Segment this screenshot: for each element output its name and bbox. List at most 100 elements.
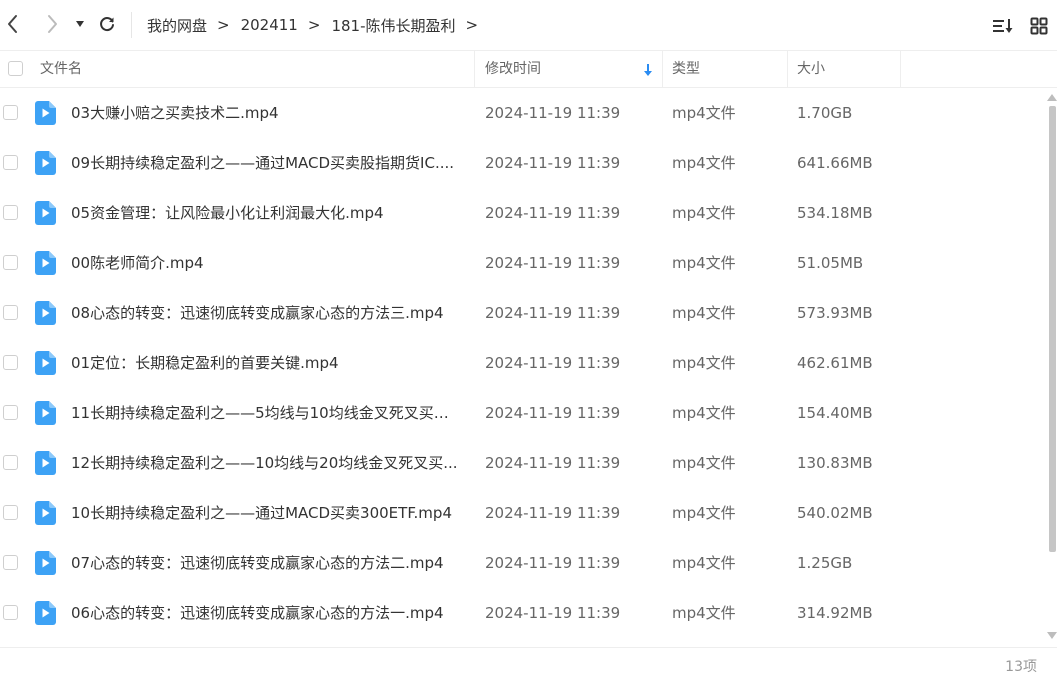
chevron-left-icon (8, 15, 17, 33)
refresh-button[interactable] (94, 10, 120, 38)
row-checkbox[interactable] (3, 405, 18, 420)
sort-button[interactable] (992, 14, 1014, 38)
row-checkbox[interactable] (3, 255, 18, 270)
row-checkbox[interactable] (3, 155, 18, 170)
file-name[interactable]: 01定位：长期稳定盈利的首要关键.mp4 (71, 338, 463, 388)
file-size: 573.93MB (797, 304, 873, 322)
column-header-size[interactable]: 大小 (797, 51, 825, 87)
history-dropdown-button[interactable] (68, 10, 92, 38)
table-row[interactable]: 01定位：长期稳定盈利的首要关键.mp4 2024-11-19 11:39 mp4文… (0, 338, 1045, 388)
file-name[interactable]: 09长期持续稳定盈利之——通过MACD买卖股指期货IC.... (71, 138, 463, 188)
column-divider (474, 51, 475, 87)
sort-desc-arrow-icon (643, 62, 653, 81)
file-size: 51.05MB (797, 254, 864, 272)
breadcrumb: 我的网盘 > 202411 > 181-陈伟长期盈利 > (147, 0, 489, 50)
table-row[interactable]: 11长期持续稳定盈利之——5均线与10均线金叉死叉买卖... 2024-11-19… (0, 388, 1045, 438)
file-name[interactable]: 10长期持续稳定盈利之——通过MACD买卖300ETF.mp4 (71, 488, 463, 538)
video-file-icon (35, 401, 56, 425)
video-file-icon (35, 151, 56, 175)
row-checkbox[interactable] (3, 305, 18, 320)
column-divider (900, 51, 901, 87)
grid-view-icon (1030, 17, 1048, 35)
table-row[interactable]: 12长期持续稳定盈利之——10均线与20均线金叉死叉买... 2024-11-19… (0, 438, 1045, 488)
file-name[interactable]: 06心态的转变：迅速彻底转变成赢家心态的方法一.mp4 (71, 588, 463, 638)
file-type: mp4文件 (672, 554, 736, 572)
column-divider (662, 51, 663, 87)
scroll-up-arrow-icon[interactable] (1047, 94, 1057, 101)
breadcrumb-expand-icon[interactable]: > (465, 16, 478, 34)
breadcrumb-separator-icon: > (307, 16, 321, 34)
video-file-icon (35, 451, 56, 475)
row-checkbox[interactable] (3, 605, 18, 620)
file-modified-time: 2024-11-19 11:39 (485, 354, 621, 372)
column-header-modified[interactable]: 修改时间 (485, 51, 541, 87)
refresh-icon (100, 17, 114, 32)
file-modified-time: 2024-11-19 11:39 (485, 554, 621, 572)
forward-button[interactable] (39, 10, 65, 38)
file-modified-time: 2024-11-19 11:39 (485, 404, 621, 422)
row-checkbox[interactable] (3, 105, 18, 120)
video-file-icon (35, 201, 56, 225)
sort-list-icon (993, 19, 1013, 33)
file-type: mp4文件 (672, 304, 736, 322)
file-type: mp4文件 (672, 154, 736, 172)
toolbar-divider (131, 12, 132, 38)
file-name[interactable]: 00陈老师简介.mp4 (71, 238, 463, 288)
file-size: 641.66MB (797, 154, 873, 172)
file-modified-time: 2024-11-19 11:39 (485, 504, 621, 522)
table-row[interactable]: 05资金管理：让风险最小化让利润最大化.mp4 2024-11-19 11:39 m… (0, 188, 1045, 238)
file-size: 1.70GB (797, 104, 853, 122)
file-name[interactable]: 03大赚小赔之买卖技术二.mp4 (71, 88, 463, 138)
breadcrumb-item-current[interactable]: 181-陈伟长期盈利 (331, 15, 455, 36)
video-file-icon (35, 551, 56, 575)
file-name[interactable]: 05资金管理：让风险最小化让利润最大化.mp4 (71, 188, 463, 238)
table-row[interactable]: 07心态的转变：迅速彻底转变成赢家心态的方法二.mp4 2024-11-19 11… (0, 538, 1045, 588)
table-header: 文件名 修改时间 类型 大小 (0, 50, 1057, 88)
file-name[interactable]: 12长期持续稳定盈利之——10均线与20均线金叉死叉买... (71, 438, 463, 488)
file-modified-time: 2024-11-19 11:39 (485, 304, 621, 322)
file-modified-time: 2024-11-19 11:39 (485, 604, 621, 622)
table-row[interactable]: 08心态的转变：迅速彻底转变成赢家心态的方法三.mp4 2024-11-19 11… (0, 288, 1045, 338)
row-checkbox[interactable] (3, 505, 18, 520)
file-modified-time: 2024-11-19 11:39 (485, 154, 621, 172)
table-row[interactable]: 06心态的转变：迅速彻底转变成赢家心态的方法一.mp4 2024-11-19 11… (0, 588, 1045, 638)
file-size: 154.40MB (797, 404, 873, 422)
file-type: mp4文件 (672, 454, 736, 472)
scrollbar-thumb[interactable] (1049, 106, 1056, 552)
file-type: mp4文件 (672, 254, 736, 272)
scroll-down-arrow-icon[interactable] (1047, 632, 1057, 639)
video-file-icon (35, 251, 56, 275)
file-name[interactable]: 08心态的转变：迅速彻底转变成赢家心态的方法三.mp4 (71, 288, 463, 338)
file-modified-time: 2024-11-19 11:39 (485, 254, 621, 272)
file-type: mp4文件 (672, 204, 736, 222)
file-size: 1.25GB (797, 554, 853, 572)
row-checkbox[interactable] (3, 555, 18, 570)
file-size: 540.02MB (797, 504, 873, 522)
footer-divider (0, 647, 1057, 648)
file-type: mp4文件 (672, 354, 736, 372)
column-header-name[interactable]: 文件名 (40, 51, 82, 87)
row-checkbox[interactable] (3, 205, 18, 220)
back-button[interactable] (0, 10, 26, 38)
row-checkbox[interactable] (3, 455, 18, 470)
view-toggle-button[interactable] (1030, 14, 1048, 38)
file-name[interactable]: 07心态的转变：迅速彻底转变成赢家心态的方法二.mp4 (71, 538, 463, 588)
table-row[interactable]: 09长期持续稳定盈利之——通过MACD买卖股指期货IC.... 2024-11-1… (0, 138, 1045, 188)
table-row[interactable]: 03大赚小赔之买卖技术二.mp4 2024-11-19 11:39 mp4文件 1.7… (0, 88, 1045, 138)
breadcrumb-item-202411[interactable]: 202411 (241, 16, 298, 34)
file-modified-time: 2024-11-19 11:39 (485, 204, 621, 222)
select-all-checkbox[interactable] (8, 61, 23, 76)
video-file-icon (35, 601, 56, 625)
column-header-type[interactable]: 类型 (672, 51, 700, 87)
file-name[interactable]: 11长期持续稳定盈利之——5均线与10均线金叉死叉买卖... (71, 388, 463, 438)
video-file-icon (35, 351, 56, 375)
file-size: 534.18MB (797, 204, 873, 222)
breadcrumb-separator-icon: > (217, 16, 230, 34)
row-checkbox[interactable] (3, 355, 18, 370)
table-row[interactable]: 00陈老师简介.mp4 2024-11-19 11:39 mp4文件 51.05MB (0, 238, 1045, 288)
file-size: 314.92MB (797, 604, 873, 622)
top-toolbar: 我的网盘 > 202411 > 181-陈伟长期盈利 > (0, 0, 1057, 50)
table-row[interactable]: 10长期持续稳定盈利之——通过MACD买卖300ETF.mp4 2024-11-1… (0, 488, 1045, 538)
breadcrumb-item-root[interactable]: 我的网盘 (147, 15, 207, 36)
file-modified-time: 2024-11-19 11:39 (485, 104, 621, 122)
